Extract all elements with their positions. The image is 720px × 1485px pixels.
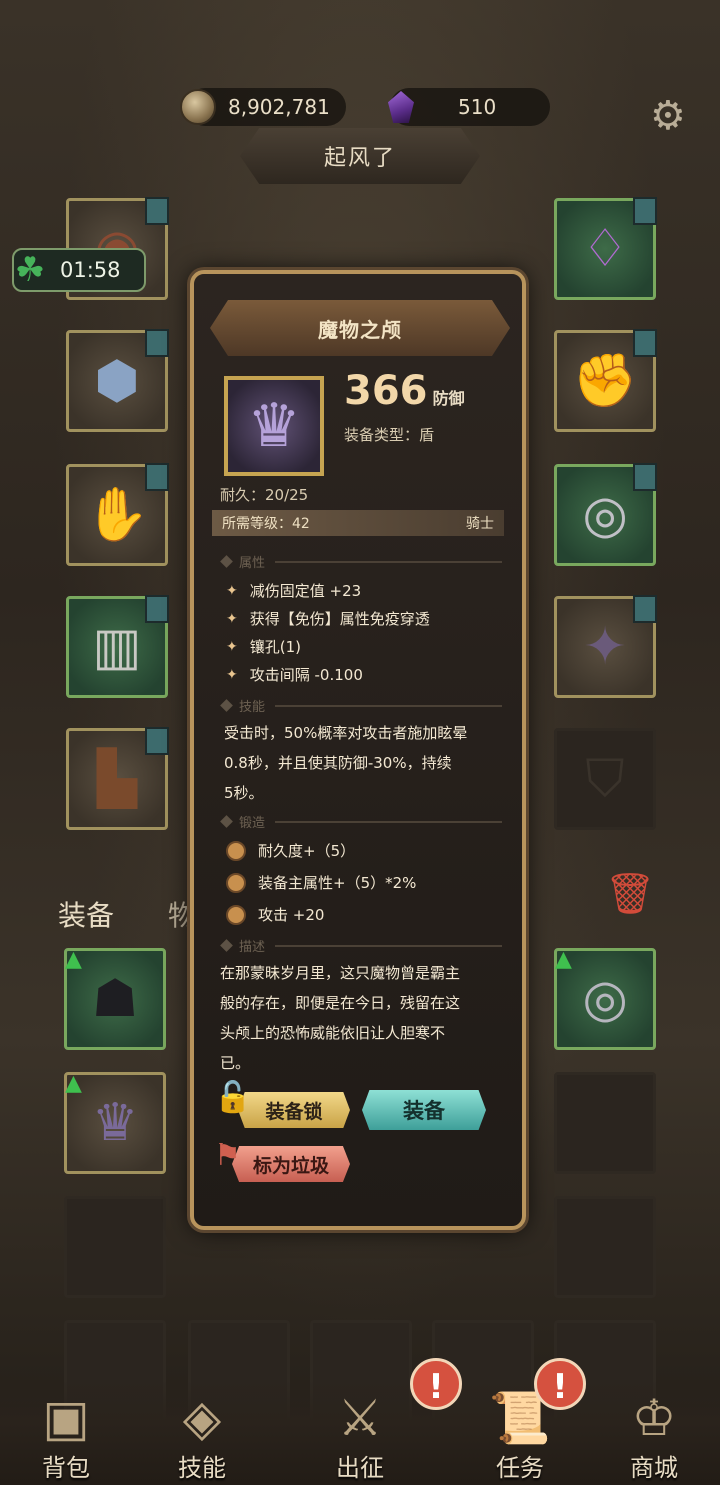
item-icon-frame: ♛: [224, 376, 324, 476]
defense-value: 366: [344, 368, 428, 414]
equip-slot-gloves[interactable]: ✋: [66, 463, 169, 566]
settings-gear-icon[interactable]: ⚙: [650, 96, 686, 136]
stage-title-banner: 起风了: [240, 128, 480, 184]
stone-armor-icon: ⬢: [94, 351, 140, 411]
equipment-type: 装备类型：盾: [344, 426, 435, 444]
nav-shop[interactable]: ♔ 商城: [594, 1388, 714, 1483]
equip-slot-necklace[interactable]: ♢: [554, 197, 657, 300]
gem-counter: 510: [388, 88, 550, 126]
necklace-icon: ♢: [581, 219, 629, 279]
nav-skills[interactable]: ◈ 技能: [142, 1388, 262, 1483]
boots-icon: ▙: [97, 749, 137, 809]
attribute-line: ✦ 获得【免伤】属性免疫穿透: [226, 610, 430, 628]
inventory-slot[interactable]: ▲ ♛: [64, 1071, 166, 1174]
slot-badge: [145, 463, 169, 491]
claw-glove-icon: ✋: [84, 485, 150, 545]
item-name: 魔物之颅: [318, 317, 402, 342]
slot-badge: [633, 595, 657, 623]
inventory-slot[interactable]: ▲ ☗: [64, 947, 166, 1050]
coin-icon: [180, 89, 216, 125]
gem-amount: 510: [458, 95, 497, 119]
attribute-line: ✦ 镶孔(1): [226, 638, 301, 656]
section-forge: 锻造: [220, 812, 502, 831]
sword-map-icon: ⚔: [337, 1389, 383, 1447]
hood-icon: ☗: [91, 969, 139, 1029]
attribute-line: ✦ 攻击间隔 -0.100: [226, 666, 363, 684]
pants-icon: ▥: [92, 617, 142, 677]
required-level-bar: 所需等级：42 骑士: [212, 510, 504, 536]
nav-expedition[interactable]: ⚔ 出征: [300, 1388, 420, 1483]
skill-description: 受击时，50%概率对攻击者施加眩晕 0.8秒，并且使其防御-30%，持续 5秒。: [224, 724, 468, 802]
slot-badge: [633, 329, 657, 357]
forge-line: 装备主属性+（5）*2%: [226, 872, 416, 893]
slot-badge: [145, 595, 169, 623]
quest-alert-badge: !: [534, 1358, 586, 1410]
required-level: 所需等级：42: [222, 516, 310, 532]
monster-skull-icon: ♛: [91, 1093, 139, 1153]
coin-amount: 8,902,781: [228, 95, 330, 119]
section-attributes: 属性: [220, 552, 502, 571]
junk-tag-icon: ⚑: [214, 1138, 241, 1173]
inventory-slot[interactable]: [64, 1196, 166, 1298]
skill-book-icon: ◈: [182, 1389, 222, 1447]
clover-icon: ☘: [14, 250, 46, 290]
defense-stat: 366 防御: [344, 368, 465, 414]
item-lore: 在那蒙昧岁月里，这只魔物曾是霸主 般的存在，即便是在今日，残留在这 头颅上的恐怖…: [220, 964, 461, 1072]
stage-title: 起风了: [323, 146, 396, 171]
slot-badge: [145, 727, 169, 755]
inventory-slot[interactable]: [554, 1072, 656, 1174]
upgrade-arrow-icon: ▲: [65, 1071, 82, 1096]
slot-badge: [145, 197, 169, 225]
trash-can-icon[interactable]: 🗑: [604, 868, 656, 920]
slot-badge: [145, 329, 169, 357]
upgrade-arrow-icon: ▲: [555, 947, 572, 972]
expedition-alert-badge: !: [410, 1358, 462, 1410]
eye-charm-icon: ◎: [582, 969, 628, 1029]
crown-shop-icon: ♔: [631, 1389, 677, 1447]
required-class: 骑士: [466, 516, 494, 532]
monster-skull-icon: ♛: [247, 391, 301, 461]
timer-value: 01:58: [60, 258, 121, 282]
tab-equipment[interactable]: 装备: [58, 894, 114, 934]
equip-slot-weapon[interactable]: ✦: [554, 595, 657, 698]
section-skill: 技能: [220, 696, 502, 715]
equip-slot-boots[interactable]: ▙: [66, 727, 169, 830]
defense-unit: 防御: [432, 389, 465, 408]
equip-slot-legs[interactable]: ▥: [66, 595, 169, 698]
shield-outline-icon: ⛉: [585, 749, 625, 809]
item-name-banner: 魔物之颅: [210, 300, 510, 356]
forge-line: 耐久度+（5）: [226, 840, 355, 861]
forge-line: 攻击 +20: [226, 904, 324, 925]
inventory-slot[interactable]: [554, 1196, 656, 1298]
eye-charm-icon: ◎: [582, 485, 628, 545]
equip-slot-offhand[interactable]: ◎: [554, 463, 657, 566]
buff-timer[interactable]: ☘ 01:58: [12, 248, 146, 292]
coin-counter: 8,902,781: [180, 88, 346, 126]
slot-badge: [633, 463, 657, 491]
dark-claw-weapon-icon: ✦: [583, 617, 627, 677]
inventory-slot[interactable]: ▲ ◎: [554, 947, 656, 1050]
equipment-lock-button[interactable]: 装备锁: [238, 1092, 350, 1128]
upgrade-arrow-icon: ▲: [65, 947, 82, 972]
nav-backpack[interactable]: ▣ 背包: [6, 1388, 126, 1483]
padlock-icon: 🔓: [214, 1080, 252, 1115]
attribute-line: ✦ 减伤固定值 +23: [226, 582, 362, 600]
slot-badge: [633, 197, 657, 225]
equip-slot-shield-empty[interactable]: ⛉: [554, 728, 656, 830]
equip-slot-ring[interactable]: ✊: [554, 329, 657, 432]
fist-ring-icon: ✊: [572, 351, 638, 411]
backpack-icon: ▣: [42, 1389, 90, 1447]
section-description: 描述: [220, 936, 502, 955]
durability: 耐久：20/25: [220, 486, 309, 504]
equip-button[interactable]: 装备: [362, 1090, 486, 1130]
equip-slot-armor[interactable]: ⬢: [66, 329, 169, 432]
